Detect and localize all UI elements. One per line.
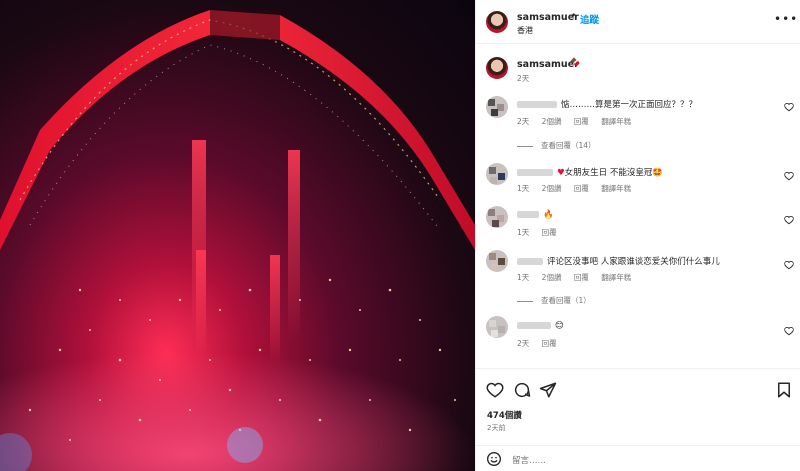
comment-time[interactable]: 2天 bbox=[517, 117, 529, 126]
comment-text: 😊 bbox=[517, 321, 564, 331]
view-replies-button[interactable]: 查看回覆（14） bbox=[517, 140, 596, 151]
comment-like-heart-icon[interactable] bbox=[784, 171, 794, 181]
comment-meta: 1天 2個讚 回覆 翻譯年糕 bbox=[517, 272, 641, 283]
comment-avatar[interactable] bbox=[486, 250, 508, 272]
blurred-username bbox=[517, 322, 551, 329]
comment-icon[interactable] bbox=[513, 381, 531, 399]
comment-avatar[interactable] bbox=[486, 206, 508, 228]
comment-reply-button[interactable]: 回覆 bbox=[574, 273, 589, 282]
bookmark-icon[interactable] bbox=[775, 381, 793, 399]
instagram-post-window: samsamuer • 追蹤 香港 ••• samsamuer 🍫 2天 惦……… bbox=[0, 0, 800, 471]
blurred-username bbox=[517, 169, 553, 176]
comment-avatar[interactable] bbox=[486, 316, 508, 338]
post-media-image[interactable] bbox=[0, 0, 475, 471]
comment-translate-button[interactable]: 翻譯年糕 bbox=[601, 184, 631, 193]
separator-dot: • bbox=[571, 11, 577, 21]
concert-photo-illustration bbox=[0, 10, 475, 471]
comment-meta: 2天 2個讚 回覆 翻譯年糕 bbox=[517, 116, 641, 127]
comment-likes[interactable]: 2個讚 bbox=[542, 273, 562, 282]
caption-text: 🍫 bbox=[570, 58, 581, 68]
comment-reply-button[interactable]: 回覆 bbox=[574, 184, 589, 193]
comment-text: 评论区没事吧 人家跟谁谈恋爱关你们什么事儿 bbox=[517, 255, 720, 267]
comment-time[interactable]: 2天 bbox=[517, 339, 529, 348]
comment-meta: 1天 回覆 bbox=[517, 227, 567, 238]
posted-time[interactable]: 2天前 bbox=[487, 423, 505, 433]
blurred-username bbox=[517, 101, 557, 108]
comment-reply-button[interactable]: 回覆 bbox=[542, 228, 557, 237]
comment-text: 惦………算是第一次正面回应？？？ bbox=[517, 98, 697, 110]
post-location[interactable]: 香港 bbox=[517, 25, 533, 36]
red-heart-icon: ♥ bbox=[557, 168, 565, 178]
caption-time[interactable]: 2天 bbox=[517, 73, 529, 84]
follow-button[interactable]: 追蹤 bbox=[580, 12, 599, 26]
comment-meta: 2天 回覆 bbox=[517, 338, 567, 349]
comment-like-heart-icon[interactable] bbox=[784, 326, 794, 336]
comment-avatar[interactable] bbox=[486, 96, 508, 118]
comment-time[interactable]: 1天 bbox=[517, 273, 529, 282]
comment-text: ♥女朋友生日 不能沒皇冠🤩 bbox=[517, 166, 663, 178]
likes-count[interactable]: 474個讚 bbox=[487, 409, 522, 421]
comment-likes[interactable]: 2個讚 bbox=[542, 117, 562, 126]
caption-author-avatar[interactable] bbox=[486, 57, 508, 79]
blurred-username bbox=[517, 211, 539, 218]
like-heart-icon[interactable] bbox=[486, 381, 504, 399]
post-side-panel: samsamuer • 追蹤 香港 ••• samsamuer 🍫 2天 惦……… bbox=[475, 0, 800, 471]
comment-avatar[interactable] bbox=[486, 163, 508, 185]
add-comment-bar: 留言…… bbox=[476, 445, 800, 471]
emoji-icon[interactable] bbox=[486, 451, 502, 467]
share-icon[interactable] bbox=[539, 381, 557, 399]
comment-input[interactable]: 留言…… bbox=[512, 454, 546, 466]
view-replies-button[interactable]: 查看回覆（1） bbox=[517, 295, 591, 306]
comment-like-heart-icon[interactable] bbox=[784, 215, 794, 225]
comment-reply-button[interactable]: 回覆 bbox=[542, 339, 557, 348]
comment-text: 🔥 bbox=[517, 210, 554, 220]
post-header: samsamuer • 追蹤 香港 ••• bbox=[476, 0, 800, 44]
author-avatar[interactable] bbox=[486, 11, 508, 33]
comment-translate-button[interactable]: 翻譯年糕 bbox=[601, 273, 631, 282]
comment-reply-button[interactable]: 回覆 bbox=[574, 117, 589, 126]
more-options-icon[interactable]: ••• bbox=[774, 12, 798, 26]
comment-like-heart-icon[interactable] bbox=[784, 260, 794, 270]
blurred-username bbox=[517, 258, 543, 265]
comment-time[interactable]: 1天 bbox=[517, 184, 529, 193]
comment-meta: 1天 2個讚 回覆 翻譯年糕 bbox=[517, 183, 641, 194]
comment-translate-button[interactable]: 翻譯年糕 bbox=[601, 117, 631, 126]
comment-likes[interactable]: 2個讚 bbox=[542, 184, 562, 193]
author-username[interactable]: samsamuer bbox=[517, 12, 579, 23]
comment-like-heart-icon[interactable] bbox=[784, 102, 794, 112]
comment-time[interactable]: 1天 bbox=[517, 228, 529, 237]
